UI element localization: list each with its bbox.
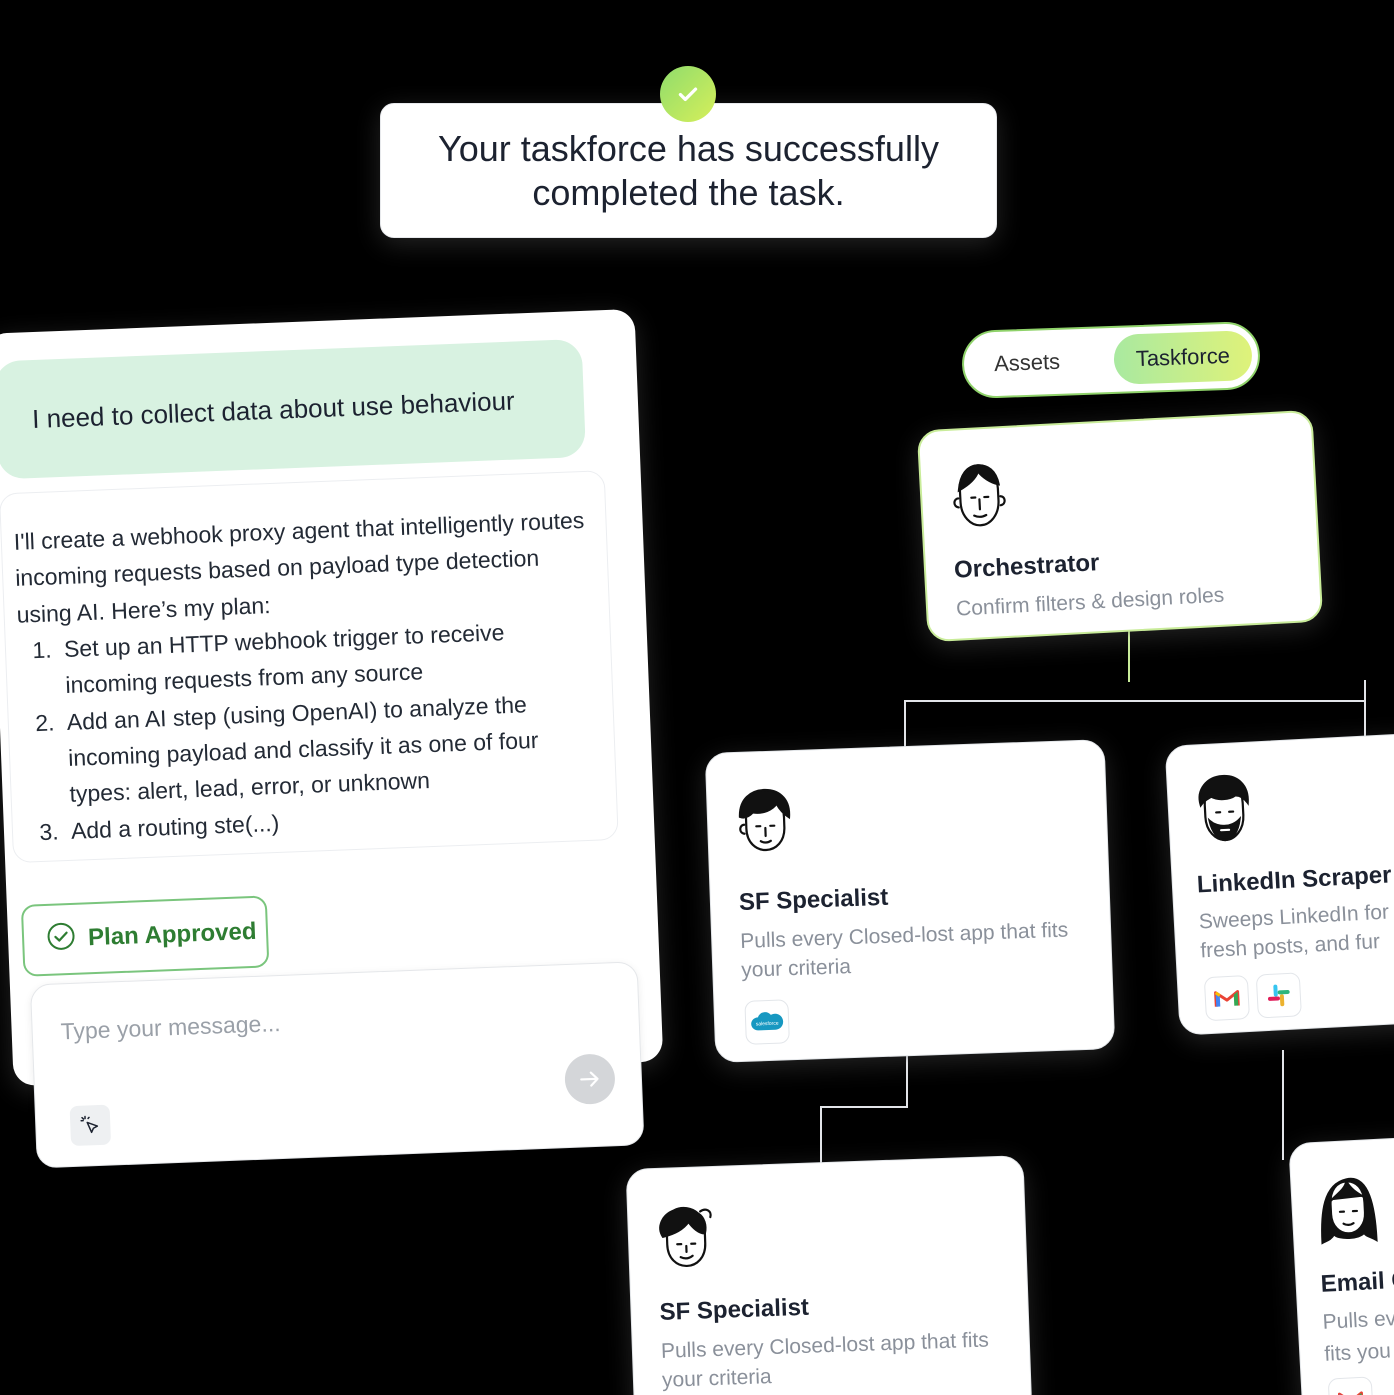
agent-description: Pulls every Closed-lost app that fits yo… — [739, 918, 1069, 983]
view-tabs: Assets Taskforce — [960, 320, 1262, 400]
check-circle-icon — [45, 920, 76, 958]
agent-card-orchestrator[interactable]: Orchestrator Confirm filters & design ro… — [916, 409, 1324, 643]
user-message-bubble: I need to collect data about use behavio… — [0, 338, 587, 480]
agent-card-email[interactable]: Email C Pulls ev fits you — [1288, 1132, 1394, 1395]
connector-line — [820, 1106, 908, 1108]
success-toast: Your taskforce has successfully complete… — [380, 103, 997, 238]
agent-card-sf-specialist[interactable]: SF Specialist Pulls every Closed-lost ap… — [625, 1155, 1033, 1395]
send-button[interactable] — [563, 1053, 616, 1106]
avatar-email-icon — [1313, 1170, 1383, 1258]
connector-line — [820, 1106, 822, 1168]
connector-line — [1364, 680, 1366, 740]
plan-step: Add an AI step (using OpenAI) to analyze… — [60, 683, 602, 813]
message-composer — [29, 961, 645, 1169]
agent-description: Confirm filters & design roles — [955, 583, 1225, 621]
agent-card-sf-specialist[interactable]: SF Specialist Pulls every Closed-lost ap… — [704, 739, 1116, 1063]
avatar-sf-specialist-icon — [652, 1201, 721, 1284]
gmail-icon — [1327, 1376, 1374, 1395]
slack-icon — [1255, 972, 1302, 1019]
gmail-icon — [1203, 975, 1251, 1022]
connector-line — [1128, 630, 1130, 682]
toast-message: Your taskforce has successfully complete… — [438, 128, 939, 213]
plan-approved-label: Plan Approved — [87, 917, 257, 952]
agent-title: Orchestrator — [953, 549, 1100, 584]
agent-description: Sweeps LinkedIn for fresh posts, and fur — [1198, 900, 1390, 963]
connector-line — [1282, 1050, 1284, 1160]
tab-assets[interactable]: Assets — [994, 349, 1061, 377]
agent-title: SF Specialist — [659, 1293, 810, 1326]
plan-approved-button[interactable]: Plan Approved — [20, 895, 270, 977]
arrow-right-icon — [580, 1071, 599, 1087]
agent-description: Pulls ev fits you — [1322, 1307, 1394, 1366]
cursor-click-icon[interactable] — [69, 1104, 112, 1147]
agent-title: LinkedIn Scraper — [1196, 861, 1393, 899]
agent-title: SF Specialist — [738, 883, 889, 916]
agent-title: Email C — [1320, 1266, 1394, 1298]
avatar-orchestrator-icon — [944, 458, 1014, 542]
agent-card-linkedin-scraper[interactable]: LinkedIn Scraper Sweeps LinkedIn for fre… — [1164, 730, 1394, 1036]
avatar-linkedin-scraper-icon — [1189, 772, 1259, 856]
plan-steps: Set up an HTTP webhook trigger to receiv… — [57, 611, 603, 849]
connector-line — [904, 700, 1366, 702]
avatar-sf-specialist-icon — [731, 785, 800, 868]
connector-line — [906, 1050, 908, 1108]
agent-description: Pulls every Closed-lost app that fits yo… — [660, 1328, 990, 1393]
tab-taskforce[interactable]: Taskforce — [1112, 330, 1253, 385]
chat-panel: I need to collect data about use behavio… — [0, 308, 664, 1169]
assistant-message: I'll create a webhook proxy agent that i… — [0, 470, 619, 864]
svg-text:salesforce: salesforce — [756, 1021, 779, 1028]
check-icon — [660, 66, 716, 122]
connector-line — [904, 700, 906, 750]
message-input[interactable] — [60, 1000, 531, 1046]
salesforce-icon: salesforce — [744, 999, 790, 1045]
